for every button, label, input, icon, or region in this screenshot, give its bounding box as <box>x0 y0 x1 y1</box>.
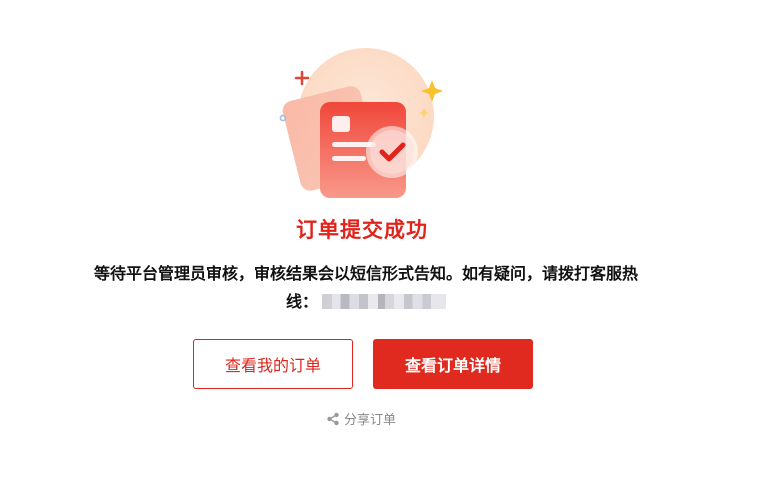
view-order-detail-button[interactable]: 查看订单详情 <box>373 339 533 389</box>
review-notice: 等待平台管理员审核，审核结果会以短信形式告知。如有疑问，请拨打客服热线： <box>86 260 646 316</box>
view-my-orders-button[interactable]: 查看我的订单 <box>193 339 353 389</box>
order-success-illustration <box>270 44 450 204</box>
share-icon <box>326 412 340 426</box>
success-title: 订单提交成功 <box>296 218 428 242</box>
share-label: 分享订单 <box>344 413 397 428</box>
masked-hotline-number <box>322 293 446 309</box>
share-order-link[interactable]: 分享订单 <box>326 409 396 428</box>
order-success-page: 订单提交成功 等待平台管理员审核，审核结果会以短信形式告知。如有疑问，请拨打客服… <box>0 0 772 483</box>
